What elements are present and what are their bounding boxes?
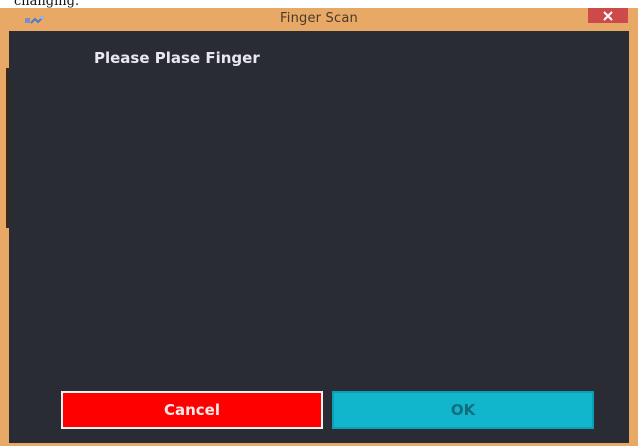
cancel-button-label: Cancel [163,401,220,419]
ok-button[interactable]: OK [332,391,594,429]
finger-scan-window: Finger Scan Please Plase Finger Cancel O… [0,8,638,446]
close-icon [603,10,613,21]
title-bar[interactable]: Finger Scan [0,8,638,30]
ok-button-label: OK [450,401,476,419]
caption-strip: changing. [0,0,638,9]
prompt-label: Please Plase Finger [94,49,260,67]
window-title: Finger Scan [280,11,358,26]
client-area: Please Plase Finger Cancel OK [9,31,629,443]
close-button[interactable] [588,8,628,23]
cancel-button[interactable]: Cancel [61,391,323,429]
